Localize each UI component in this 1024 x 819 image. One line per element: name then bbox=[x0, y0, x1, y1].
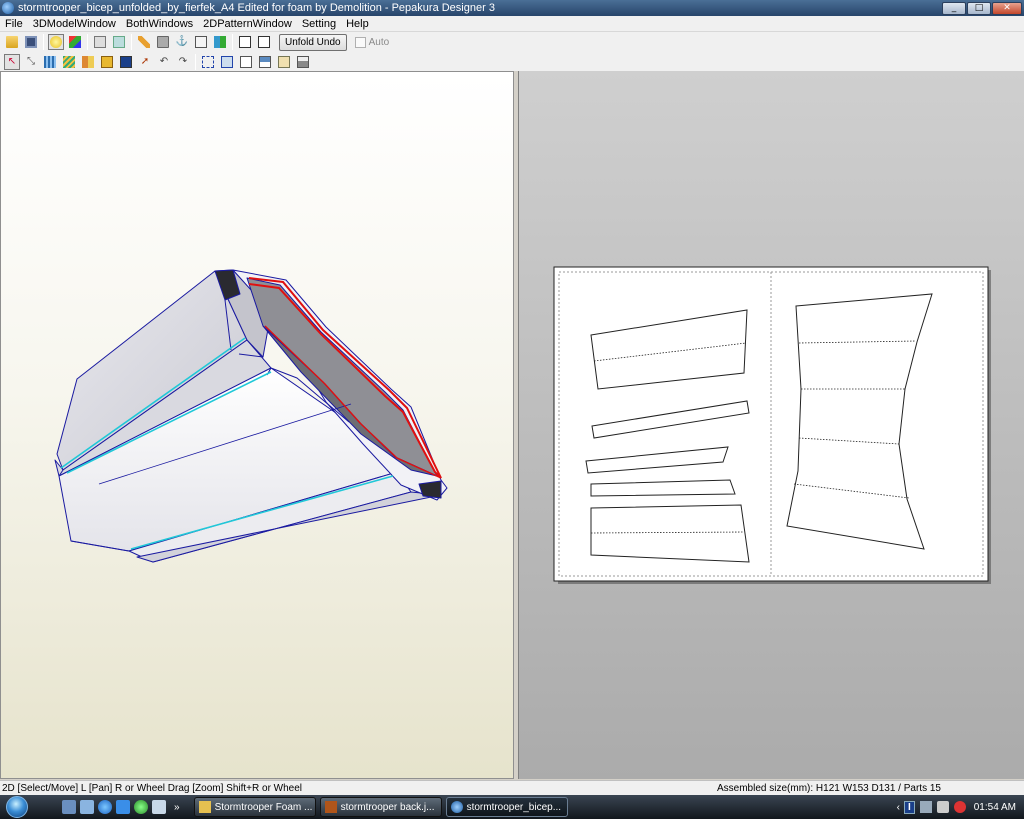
window-controls: _ □ ✕ bbox=[942, 1, 1022, 15]
page-icon[interactable] bbox=[238, 54, 254, 70]
toolbar-separator bbox=[195, 53, 196, 70]
pencil-icon[interactable] bbox=[136, 34, 152, 50]
flap-icon[interactable] bbox=[193, 34, 209, 50]
language-indicator[interactable]: I bbox=[903, 800, 915, 814]
taskbar: » Stormtrooper Foam ... stormtrooper bac… bbox=[0, 795, 1024, 819]
main-toolbar: ⚓ Unfold Undo Auto bbox=[0, 32, 1024, 52]
menu-setting[interactable]: Setting bbox=[297, 18, 341, 30]
trash-icon[interactable] bbox=[155, 34, 171, 50]
parts-icon[interactable] bbox=[80, 54, 96, 70]
maximize-button[interactable]: □ bbox=[967, 1, 991, 15]
paper-settings-icon[interactable] bbox=[276, 54, 292, 70]
clock[interactable]: 01:54 AM bbox=[974, 802, 1016, 813]
toolbar-separator bbox=[232, 34, 233, 50]
save-disk-icon[interactable] bbox=[23, 34, 39, 50]
green-app-icon[interactable] bbox=[134, 800, 148, 814]
redo-icon[interactable]: ↷ bbox=[175, 54, 191, 70]
part-5[interactable] bbox=[590, 504, 750, 563]
folder-icon bbox=[198, 801, 211, 813]
3d-model-window[interactable] bbox=[0, 71, 514, 779]
auto-label: Auto bbox=[368, 36, 390, 48]
switch-windows-icon[interactable] bbox=[80, 800, 94, 814]
cursor-plus-icon[interactable]: ➚ bbox=[137, 54, 153, 70]
3d-model-canvas[interactable] bbox=[1, 72, 513, 778]
toolbar-separator bbox=[87, 34, 88, 50]
image-viewer-icon bbox=[324, 801, 337, 813]
textured-cube-icon[interactable] bbox=[111, 34, 127, 50]
2d-pattern-canvas[interactable] bbox=[519, 71, 1024, 777]
anchor-icon[interactable]: ⚓ bbox=[174, 34, 190, 50]
open-folder-icon[interactable] bbox=[4, 34, 20, 50]
bicep-model[interactable] bbox=[54, 269, 448, 563]
2d-pattern-window[interactable] bbox=[518, 71, 1024, 779]
status-bar: 2D [Select/Move] L [Pan] R or Wheel Drag… bbox=[0, 780, 1024, 795]
start-button[interactable] bbox=[0, 795, 34, 819]
menu-3dmodelwindow[interactable]: 3DModelWindow bbox=[28, 18, 121, 30]
security-icon[interactable] bbox=[953, 801, 966, 813]
status-assembled-size: Assembled size(mm): H121 W153 D131 / Par… bbox=[717, 782, 941, 794]
wire-cube-icon[interactable] bbox=[92, 34, 108, 50]
menu-bar: File 3DModelWindow BothWindows 2DPattern… bbox=[0, 16, 1024, 32]
menu-help[interactable]: Help bbox=[341, 18, 374, 30]
toolbar-separator bbox=[131, 34, 132, 50]
color-cube-icon[interactable] bbox=[67, 34, 83, 50]
select-arrow-icon[interactable]: ↖ bbox=[4, 53, 20, 70]
app-launcher-icon[interactable] bbox=[116, 800, 130, 814]
system-tray: ‹ I 01:54 AM bbox=[897, 795, 1024, 819]
menu-bothwindows[interactable]: BothWindows bbox=[121, 18, 198, 30]
internet-explorer-icon[interactable] bbox=[98, 800, 112, 814]
computer-icon[interactable] bbox=[152, 800, 166, 814]
monitor-icon[interactable] bbox=[118, 54, 134, 70]
app-icon bbox=[2, 2, 14, 14]
menu-2dpatternwindow[interactable]: 2DPatternWindow bbox=[198, 18, 297, 30]
book-icon[interactable] bbox=[99, 54, 115, 70]
minimize-button[interactable]: _ bbox=[942, 1, 966, 15]
quick-launch-overflow-icon[interactable]: » bbox=[174, 802, 180, 813]
single-window-icon[interactable] bbox=[237, 34, 253, 50]
auto-checkbox[interactable] bbox=[354, 36, 366, 48]
join-parts-icon[interactable] bbox=[212, 34, 228, 50]
undo-icon[interactable]: ↶ bbox=[156, 54, 172, 70]
zoom-fit-icon[interactable] bbox=[200, 54, 216, 70]
auto-checkbox-group: Auto bbox=[354, 36, 390, 48]
volume-icon[interactable] bbox=[936, 801, 949, 813]
pepakura-icon bbox=[450, 801, 463, 813]
windows-orb-icon bbox=[6, 796, 28, 818]
edit-edge-icon[interactable]: ⤡ bbox=[23, 54, 39, 70]
taskbar-item-stormtrooper-foam[interactable]: Stormtrooper Foam ... bbox=[193, 797, 316, 817]
title-bar: stormtrooper_bicep_unfolded_by_fierfek_A… bbox=[0, 0, 1024, 16]
taskbar-item-stormtrooper-bicep[interactable]: stormtrooper_bicep... bbox=[445, 797, 568, 817]
unfold-undo-button[interactable]: Unfold Undo bbox=[279, 33, 347, 51]
close-button[interactable]: ✕ bbox=[992, 1, 1022, 15]
tray-expand-icon[interactable]: ‹ bbox=[897, 802, 900, 813]
menu-file[interactable]: File bbox=[0, 18, 28, 30]
taskbar-item-stormtrooper-back[interactable]: stormtrooper back.j... bbox=[319, 797, 442, 817]
status-mode-text: 2D [Select/Move] L [Pan] R or Wheel Drag… bbox=[2, 782, 303, 794]
zoom-all-icon[interactable] bbox=[219, 54, 235, 70]
quick-launch bbox=[62, 800, 166, 814]
window-title: stormtrooper_bicep_unfolded_by_fierfek_A… bbox=[18, 2, 495, 14]
print-icon[interactable] bbox=[295, 54, 311, 70]
stripes-icon[interactable] bbox=[61, 54, 77, 70]
both-windows-icon[interactable] bbox=[256, 34, 272, 50]
show-desktop-icon[interactable] bbox=[62, 800, 76, 814]
lightbulb-icon[interactable] bbox=[48, 34, 64, 50]
grid-icon[interactable] bbox=[42, 54, 58, 70]
layout-icon[interactable] bbox=[257, 54, 273, 70]
network-icon[interactable] bbox=[919, 801, 932, 813]
toolbar-separator bbox=[43, 34, 44, 50]
pattern-toolbar: ↖ ⤡ ➚ ↶ ↷ bbox=[0, 52, 1024, 72]
